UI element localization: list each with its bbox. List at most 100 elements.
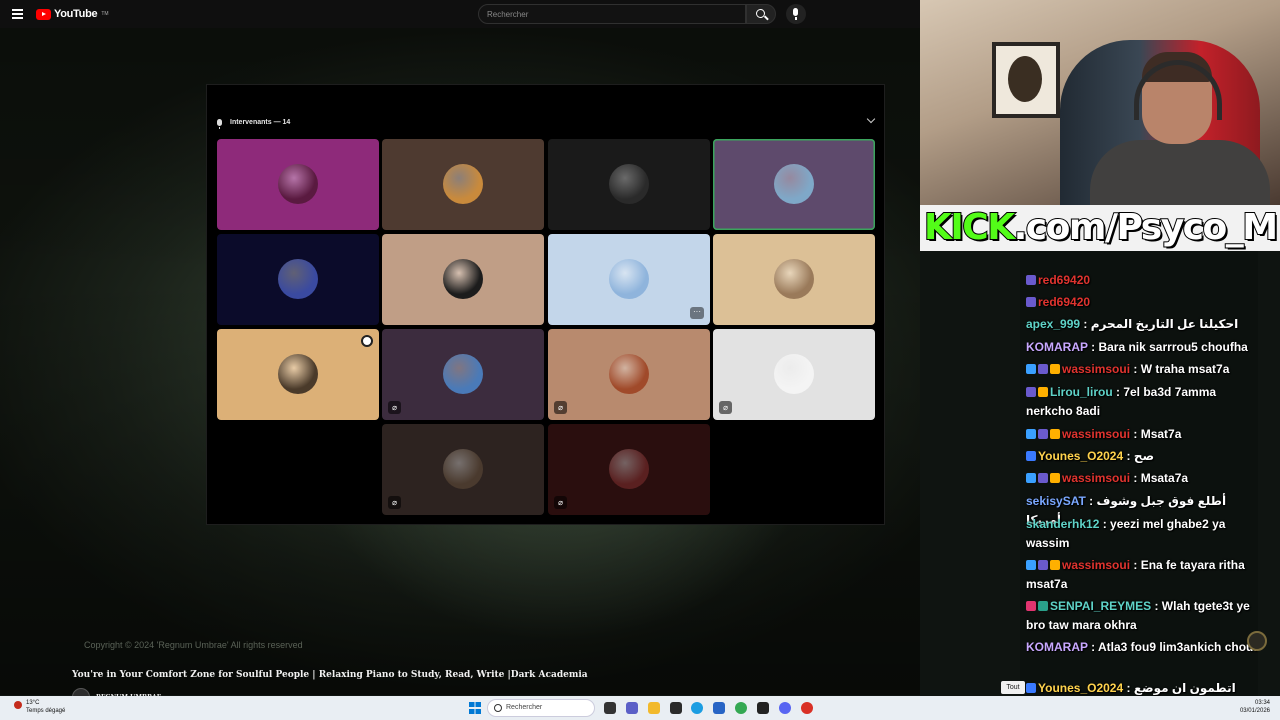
chevron-down-icon[interactable] [866,114,876,124]
teams-icon[interactable] [626,702,638,714]
discord-icon[interactable] [779,702,791,714]
file-explorer-icon[interactable] [648,702,660,714]
host-icon [361,335,373,347]
chat-text: : Atla3 fou9 lim3ankich chouf [1087,640,1258,654]
stage-title: Intervenants — 14 [230,118,291,126]
speaker-tile[interactable] [548,139,710,230]
chat-message: wassimsoui : W traha msat7a [1026,360,1258,379]
chat-username[interactable]: wassimsoui [1062,362,1130,376]
speaker-tile[interactable] [713,234,875,325]
taskbar-search[interactable]: Rechercher [487,699,595,717]
edge-icon[interactable] [691,702,703,714]
speaker-tile[interactable]: ⌀ [382,329,544,420]
kick-brand: KICK [923,207,1016,248]
chat-message: Lirou_lirou : 7el ba3d 7amma nerkcho 8ad… [1026,383,1258,421]
speaker-tile[interactable]: ⌀ [548,329,710,420]
chat-filter-button[interactable]: Tout [1001,681,1025,694]
more-options-icon[interactable]: ··· [690,307,704,319]
chat-message: apex_999 : احكيلنا عل التاريخ المحرم [1026,315,1258,334]
chat-badge-icon [1026,683,1036,693]
speaker-avatar [609,354,649,394]
chat-text: : صح [1123,449,1155,463]
chat-badge-icon [1050,560,1060,570]
task-view-icon[interactable] [604,702,616,714]
stage-panel: Intervenants — 14 ··· ⌀ ⌀ ⌀ ⌀ ⌀ [206,84,885,525]
chat-username[interactable]: red69420 [1038,295,1090,309]
speaker-tile[interactable] [217,139,379,230]
speaker-avatar [609,259,649,299]
speaker-tile[interactable] [713,139,875,230]
chat-text: : Msat7a [1130,427,1182,441]
chat-message: wassimsoui : Ena fe tayara ritha msat7a [1026,556,1258,594]
clock-time: 03:34 [1254,700,1270,706]
chat-message: skanderhk12 : yeezi mel ghabe2 ya wassim [1026,515,1258,553]
speaker-tile[interactable] [382,139,544,230]
chat-badge-icon [1026,601,1036,611]
video-copyright: Copyright © 2024 'Regnum Umbrae' All rig… [84,640,303,650]
chat-badge-icon [1026,297,1036,307]
chat-username[interactable]: sekisySAT [1026,494,1086,508]
youtube-logo[interactable]: YouTube TM [36,8,109,20]
speaker-tile[interactable]: ··· [548,234,710,325]
muted-icon: ⌀ [388,401,401,414]
chat-username[interactable]: Lirou_lirou [1050,385,1113,399]
stage-header: Intervenants — 14 [217,115,290,129]
chat-username[interactable]: wassimsoui [1062,558,1130,572]
speaker-tile[interactable] [217,329,379,420]
chat-panel: red69420 red69420 apex_999 : احكيلنا عل ال… [1020,251,1258,716]
mail-icon[interactable] [713,702,725,714]
chat-text: : Msata7a [1130,471,1189,485]
weather-icon [14,701,22,709]
app-icon[interactable] [757,702,769,714]
chat-username[interactable]: SENPAI_REYMES [1050,599,1151,613]
speaker-avatar [443,164,483,204]
menu-icon[interactable] [12,9,23,19]
chat-username[interactable]: skanderhk12 [1026,517,1099,531]
speaker-avatar [278,354,318,394]
windows-start-icon[interactable] [469,702,481,714]
speaker-tile[interactable] [382,234,544,325]
speaker-avatar [774,259,814,299]
chat-username[interactable]: KOMARAP [1026,340,1088,354]
store-icon[interactable] [670,702,682,714]
speaker-avatar [609,164,649,204]
chat-badge-icon [1026,451,1036,461]
chat-username[interactable]: Younes_O2024 [1038,449,1123,463]
chat-username[interactable]: KOMARAP [1026,640,1088,654]
taskbar-clock[interactable]: 03:34 03/01/2026 [1240,699,1270,715]
muted-icon: ⌀ [554,401,567,414]
streamer-body [1090,140,1270,210]
chat-username[interactable]: wassimsoui [1062,471,1130,485]
search-button[interactable] [746,4,776,24]
chat-message: SENPAI_REYMES : Wlah tgete3t ye bro taw … [1026,597,1258,635]
chat-message: KOMARAP : Bara nik sarrrou5 choufha [1026,338,1258,357]
chat-badge-icon [1026,275,1036,285]
speaker-tile[interactable]: ⌀ [713,329,875,420]
speaker-tile[interactable] [217,234,379,325]
chat-badge-icon [1038,429,1048,439]
chat-message: KOMARAP : Atla3 fou9 lim3ankich chouf [1026,638,1258,657]
chat-username[interactable]: apex_999 [1026,317,1080,331]
chat-username[interactable]: red69420 [1038,273,1090,287]
weather-desc: Temps dégagé [26,708,66,714]
chat-scroll-button[interactable] [1247,631,1267,651]
speaker-tile[interactable]: ⌀ [548,424,710,515]
webcam-feed [920,0,1280,210]
chat-username[interactable]: Younes_O2024 [1038,681,1123,695]
weather-widget[interactable]: 13°C Temps dégagé [14,699,65,715]
speaker-tile[interactable]: ⌀ [382,424,544,515]
search-input[interactable]: Rechercher [478,4,746,24]
chat-username[interactable]: wassimsoui [1062,427,1130,441]
chat-message: Younes_O2024 : صح [1026,447,1258,466]
speaker-avatar [278,259,318,299]
chat-badge-icon [1038,560,1048,570]
speaker-avatar [774,164,814,204]
chat-badge-icon [1026,364,1036,374]
chat-badge-icon [1050,473,1060,483]
chrome-icon[interactable] [735,702,747,714]
speaker-avatar [774,354,814,394]
obs-icon[interactable] [801,702,813,714]
voice-search-icon[interactable] [786,4,806,24]
speaker-avatar [609,449,649,489]
speaker-avatar [443,259,483,299]
